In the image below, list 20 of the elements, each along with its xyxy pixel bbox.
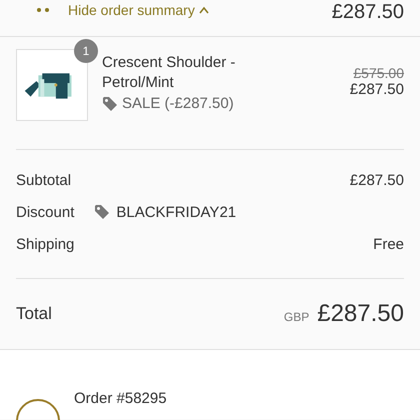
cost-value: £287.50 — [350, 172, 404, 188]
order-number: Order #58295 — [74, 390, 167, 409]
discount-code: BLACKFRIDAY21 — [116, 204, 236, 220]
cost-value: Free — [373, 236, 404, 252]
tag-icon — [94, 204, 110, 220]
currency-code: GBP — [284, 310, 310, 324]
cost-label: Shipping — [16, 236, 74, 252]
summary-total: £287.50 — [332, 1, 404, 24]
cost-label: Discount — [16, 204, 74, 220]
quantity-badge: 1 — [74, 39, 98, 63]
total-label: Total — [16, 304, 52, 324]
sale-price: £287.50 — [350, 81, 404, 98]
cost-label: Subtotal — [16, 172, 72, 188]
total-value: £287.50 — [317, 300, 404, 328]
discount-label: SALE (-£287.50) — [122, 95, 234, 112]
original-price: £575.00 — [353, 65, 404, 81]
caret-icon — [198, 6, 209, 14]
product-name: Crescent Shoulder - Petrol/Mint — [102, 53, 236, 93]
tag-icon — [102, 96, 118, 112]
summary-toggle[interactable]: Hide order summary — [36, 2, 209, 18]
